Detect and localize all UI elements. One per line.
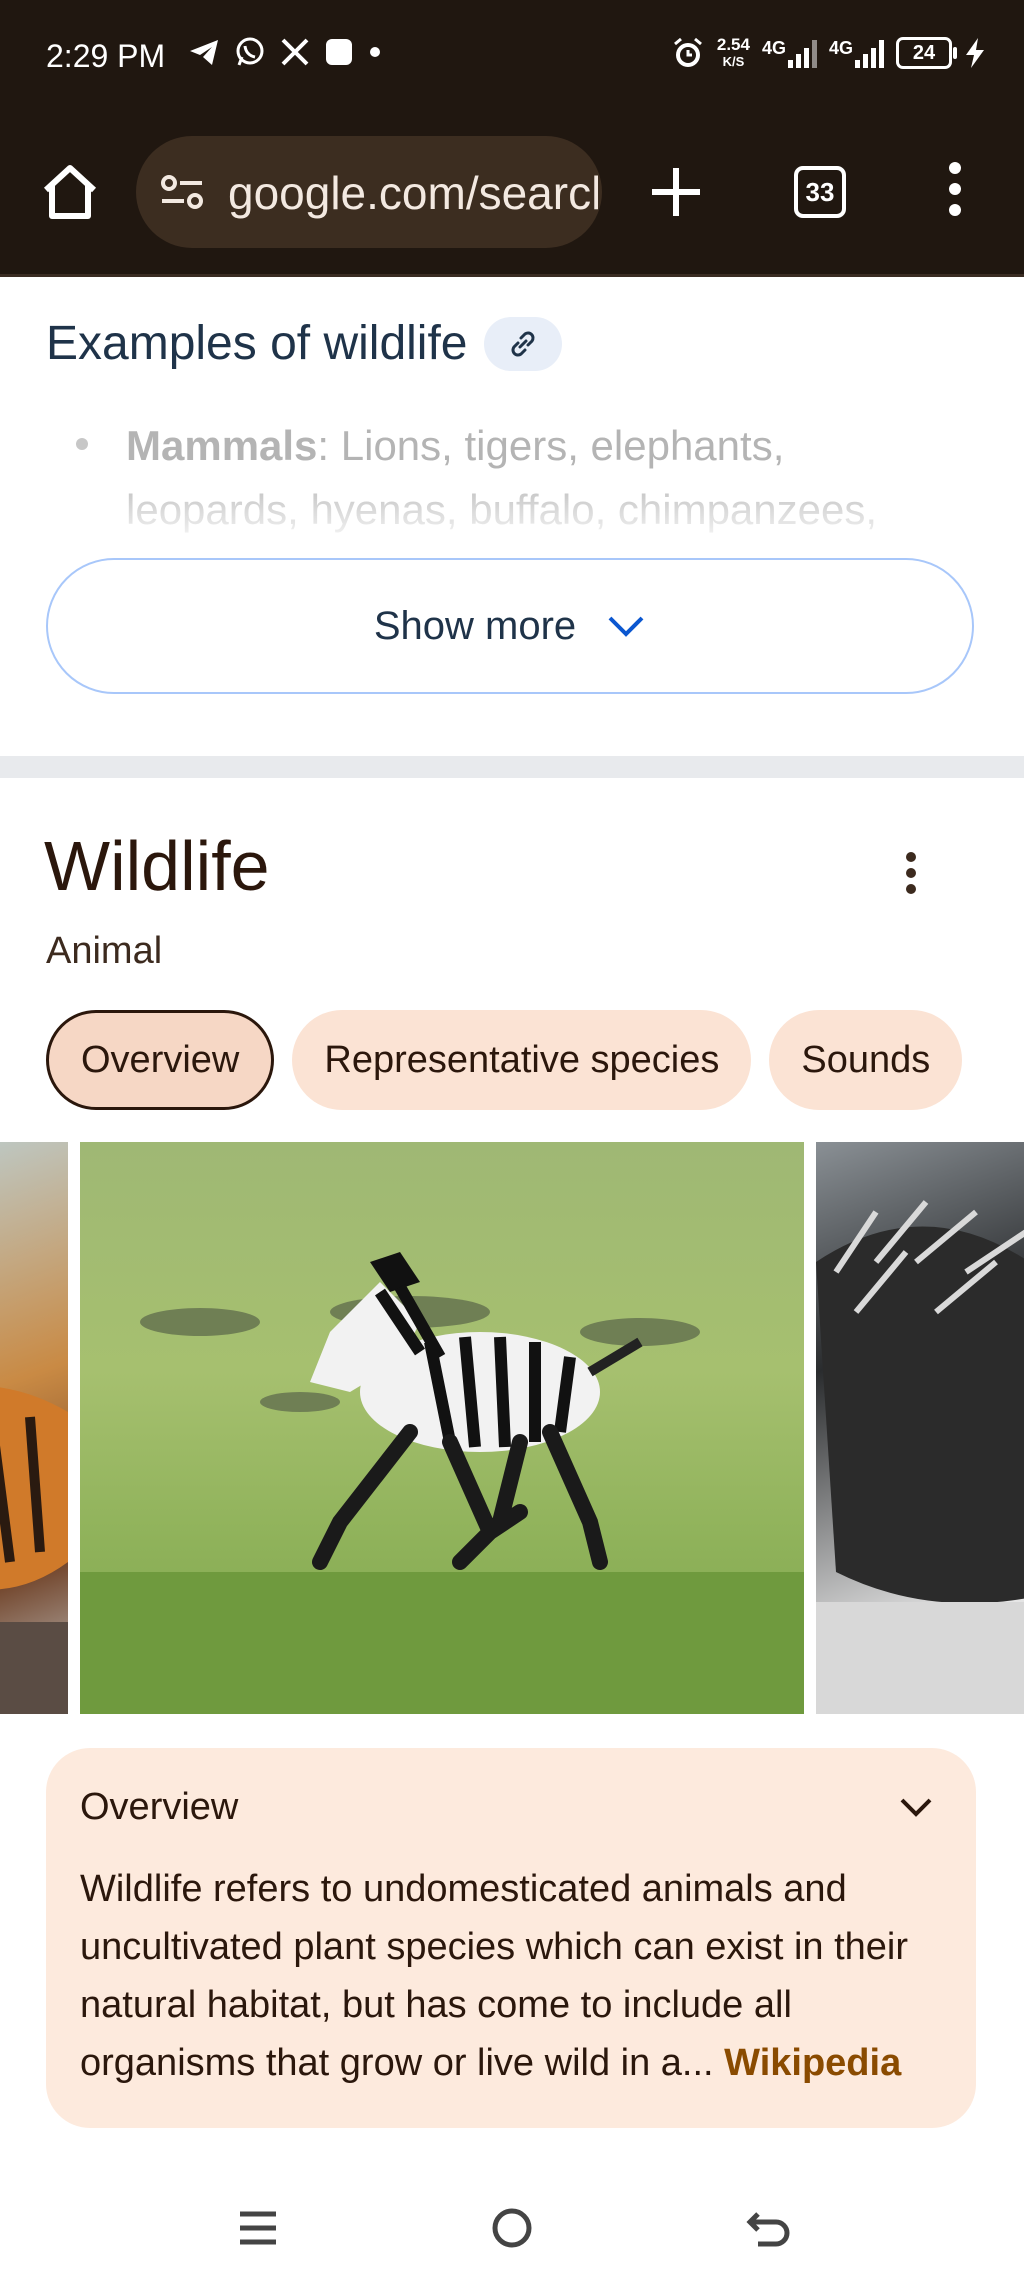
net-speed: 2.54 K/S [717, 36, 750, 70]
x-icon [281, 38, 309, 66]
recent-apps-icon[interactable] [234, 2204, 282, 2252]
tab-sounds[interactable]: Sounds [769, 1010, 963, 1110]
wikipedia-link[interactable]: Wikipedia [724, 2042, 901, 2084]
chevron-down-icon [608, 616, 644, 637]
examples-heading: Examples of wildlife [46, 316, 562, 371]
overview-card: Overview Wildlife refers to undomesticat… [46, 1748, 976, 2128]
status-bar: 2:29 PM 2.54 K/S 4G 4G 24 [0, 0, 1024, 112]
battery-icon: 24 [896, 37, 957, 69]
notification-icons [188, 36, 382, 68]
zebra-foal-image[interactable] [80, 1142, 804, 1714]
net-speed-value: 2.54 [716, 35, 750, 54]
telegram-icon [190, 40, 218, 65]
net-speed-unit: K/S [722, 54, 745, 69]
chevron-down-icon[interactable] [896, 1788, 936, 1828]
network-type-2: 4G [828, 38, 853, 58]
clock: 2:29 PM [46, 38, 166, 74]
item-label: Mammals [126, 422, 318, 469]
link-icon [511, 331, 534, 356]
tab-overview[interactable]: Overview [46, 1010, 275, 1110]
alarm-icon [673, 37, 702, 67]
copy-link-button[interactable] [483, 316, 562, 371]
signal-bars-icon [787, 38, 817, 68]
show-more-button[interactable]: Show more [46, 558, 974, 694]
zebra-foal [310, 1252, 643, 1570]
overview-text: Wildlife refers to undomesticated animal… [80, 1860, 960, 2092]
section-divider [0, 756, 1024, 778]
show-more-label: Show more [373, 603, 577, 648]
dot-icon [370, 47, 380, 57]
signal-bars-icon [855, 38, 884, 68]
home-nav-icon[interactable] [488, 2204, 536, 2252]
site-settings-icon[interactable] [160, 174, 204, 210]
signal-2: 4G [829, 38, 884, 68]
address-bar[interactable]: google.com/search [136, 136, 602, 248]
tab-switcher-button[interactable]: 33 [794, 166, 846, 218]
back-icon[interactable] [744, 2204, 792, 2252]
url-text[interactable]: google.com/search [228, 166, 598, 220]
whatsapp-icon [236, 37, 264, 66]
system-nav-bar [0, 2160, 1024, 2292]
new-tab-icon[interactable] [648, 164, 704, 220]
overview-ellipsis: ... [681, 2042, 714, 2084]
system-icons: 2.54 K/S 4G 4G 24 [671, 36, 986, 70]
fade-overlay [0, 470, 1024, 550]
tiger-image[interactable] [0, 1142, 68, 1714]
more-menu-icon[interactable] [944, 162, 966, 224]
examples-heading-text: Examples of wildlife [46, 317, 468, 370]
entity-more-options-icon[interactable] [904, 852, 918, 896]
tab-representative-species[interactable]: Representative species [292, 1010, 752, 1110]
signal-1: 4G [762, 38, 817, 68]
overview-title: Overview [80, 1786, 239, 1828]
browser-toolbar: google.com/search 33 [0, 112, 1024, 277]
image-carousel[interactable] [0, 1142, 1024, 1714]
charging-icon [966, 38, 984, 68]
bullet [76, 438, 88, 450]
app-icon [326, 39, 352, 65]
entity-title: Wildlife [44, 827, 270, 905]
entity-tabs: Overview Representative species Sounds [46, 1010, 963, 1114]
entity-subtitle: Animal [46, 930, 163, 972]
network-type-1: 4G [761, 38, 786, 58]
home-icon[interactable] [38, 160, 102, 224]
porcupine-image[interactable] [816, 1142, 1024, 1714]
